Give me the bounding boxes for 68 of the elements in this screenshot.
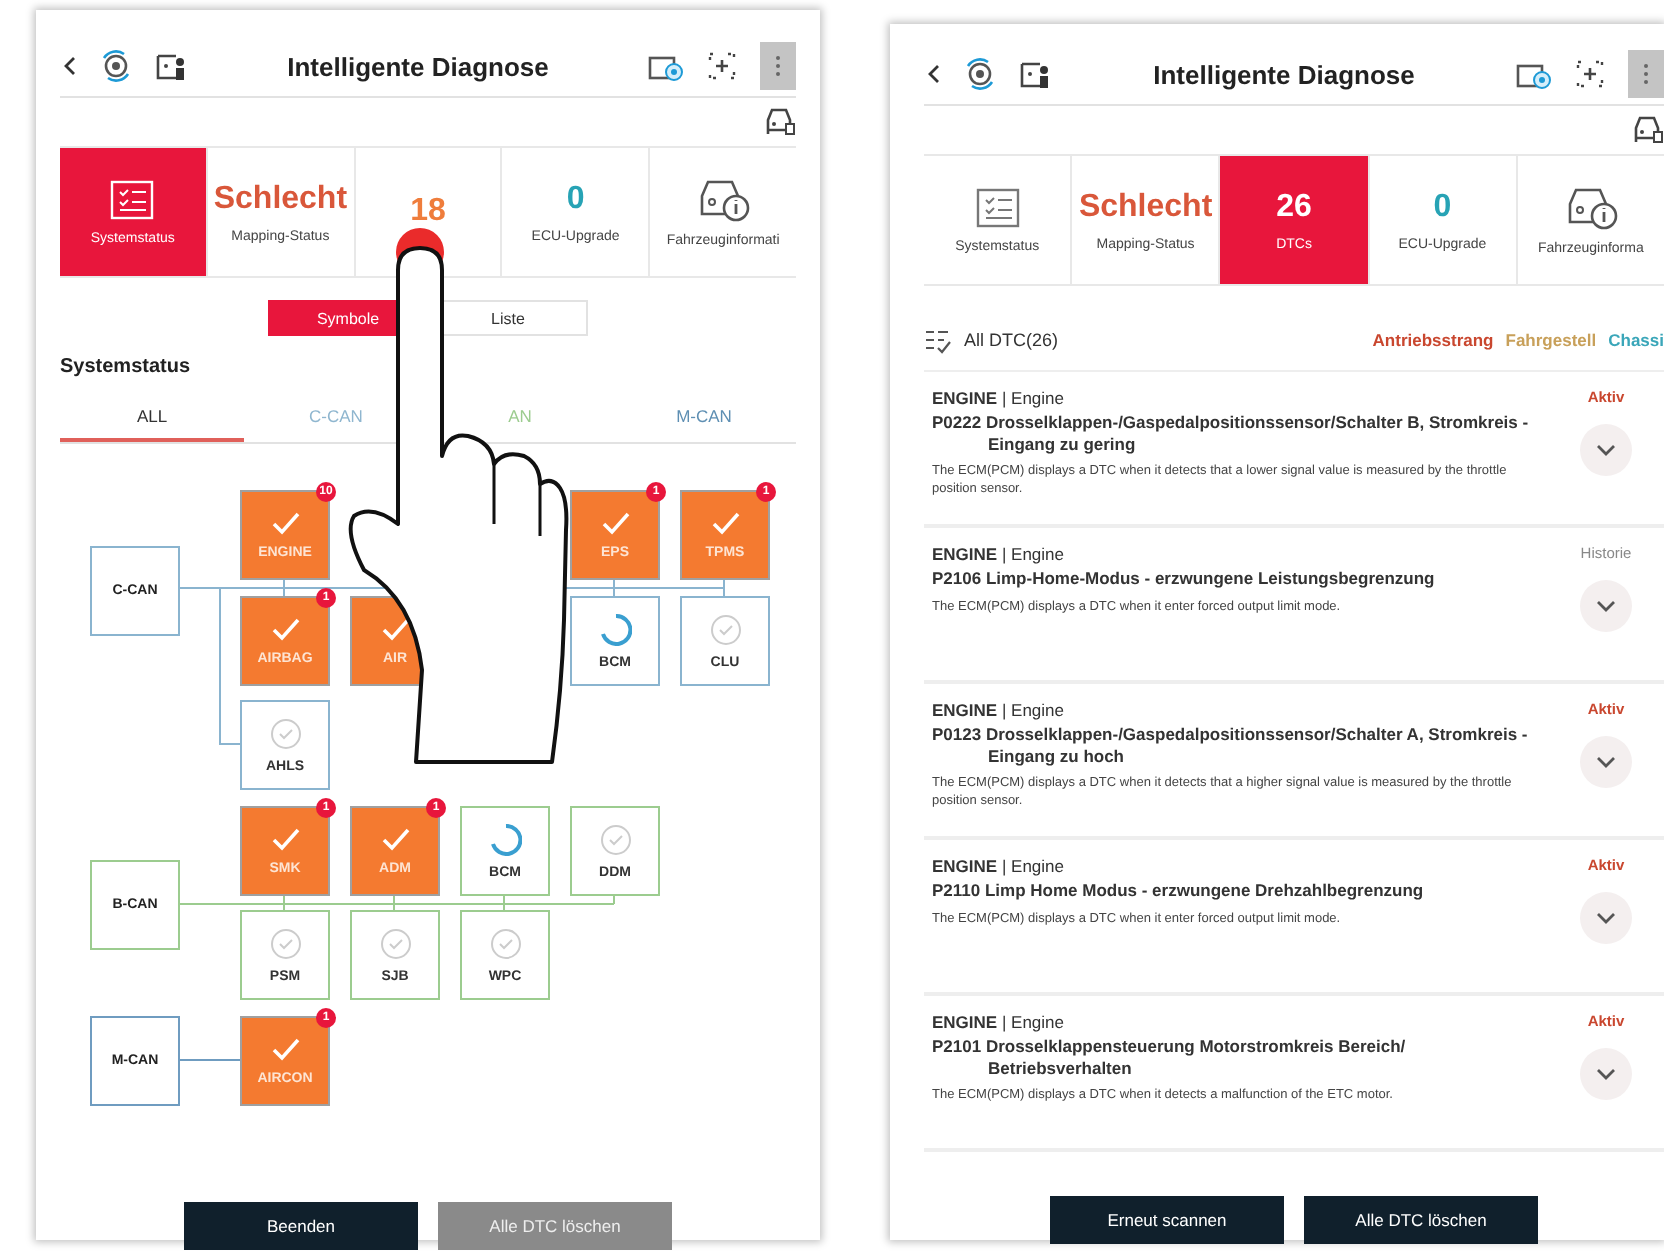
status-value: Schlecht [213,181,348,217]
check-icon [269,826,301,852]
check-icon [599,510,631,536]
chevron-down-icon [1596,756,1616,768]
loading-spinner-icon [599,613,631,645]
card-icon[interactable] [648,51,684,81]
sync-icon[interactable] [100,50,132,82]
dtc-system: ENGINE | Engine [932,856,1066,876]
bus-tab[interactable]: ALL [60,394,244,442]
window-title: Intelligente Diagnose [1151,59,1417,89]
car-info-icon [696,176,751,222]
check-icon [269,510,301,536]
checklist-icon [975,187,1020,227]
check-icon [709,510,741,536]
screen-person-icon[interactable] [156,50,188,82]
car-info-icon [1563,184,1618,230]
check-circle-icon [379,927,411,959]
status-value: 0 [1433,189,1452,225]
list-title: All DTC(26) [964,330,1061,350]
chevron-down-icon [1596,444,1616,456]
action-button[interactable]: Beenden [184,1202,418,1250]
back-icon[interactable] [924,62,940,86]
check-icon [379,826,411,852]
list-check-icon[interactable] [924,327,952,353]
check-icon [379,616,411,642]
menu-button[interactable] [1628,50,1664,98]
car-icon[interactable] [764,106,796,138]
status-value: 0 [566,181,585,217]
check-circle-icon [709,613,741,645]
status-value: 18 [410,194,446,230]
filter-link[interactable]: Antriebsstrang [1372,330,1494,350]
chevron-down-icon [1596,1068,1616,1080]
back-icon[interactable] [60,54,76,78]
connector-line [179,1059,241,1061]
car-icon[interactable] [1632,114,1664,146]
scan-icon[interactable] [1576,60,1604,88]
screen-person-icon[interactable] [1020,58,1052,90]
sync-icon[interactable] [964,58,996,90]
dtc-title: P2106 Limp-Home-Modus - erzwungene Leistungsbegrenzung [932,568,1437,590]
action-button[interactable]: Alle DTC löschen [1304,1196,1538,1244]
dtc-title: P0222 Drosselklappen-/Gaspedalpositionssensor/Schalter B, Stromkreis - Eingang zu gering [932,412,1531,455]
menu-icon [774,54,782,78]
check-icon [269,1036,301,1062]
dtc-title: P0123 Drosselklappen-/Gaspedalpositionssensor/Schalter A, Stromkreis - Eingang zu hoch [932,724,1530,767]
chevron-down-icon [1596,600,1616,612]
status-value: Schlecht [1078,189,1213,225]
dtc-system: ENGINE | Engine [932,700,1066,720]
dtc-title: P2101 Drosselklappensteuerung Motorstromkreis Bereich/ Betriebsverhalten [932,1036,1408,1079]
check-circle-icon [599,823,631,855]
menu-icon [1642,62,1650,86]
menu-button[interactable] [760,42,796,90]
dtc-system: ENGINE | Engine [932,388,1066,408]
action-button[interactable]: Erneut scannen [1050,1196,1284,1244]
check-circle-icon [269,927,301,959]
scan-icon[interactable] [708,52,736,80]
loading-spinner-icon [489,823,521,855]
check-icon [269,616,301,642]
status-value: 26 [1276,189,1312,225]
check-circle-icon [269,717,301,749]
dtc-title: P2110 Limp Home Modus - erzwungene Drehzahlbegrenzung [932,880,1426,902]
chevron-down-icon [1596,912,1616,924]
check-circle-icon [489,927,521,959]
dtc-system: ENGINE | Engine [932,1012,1066,1032]
checklist-icon [110,179,155,219]
section-title: Systemstatus [60,356,193,378]
window-title: Intelligente Diagnose [285,51,551,81]
card-icon[interactable] [1516,59,1552,89]
dtc-system: ENGINE | Engine [932,544,1066,564]
